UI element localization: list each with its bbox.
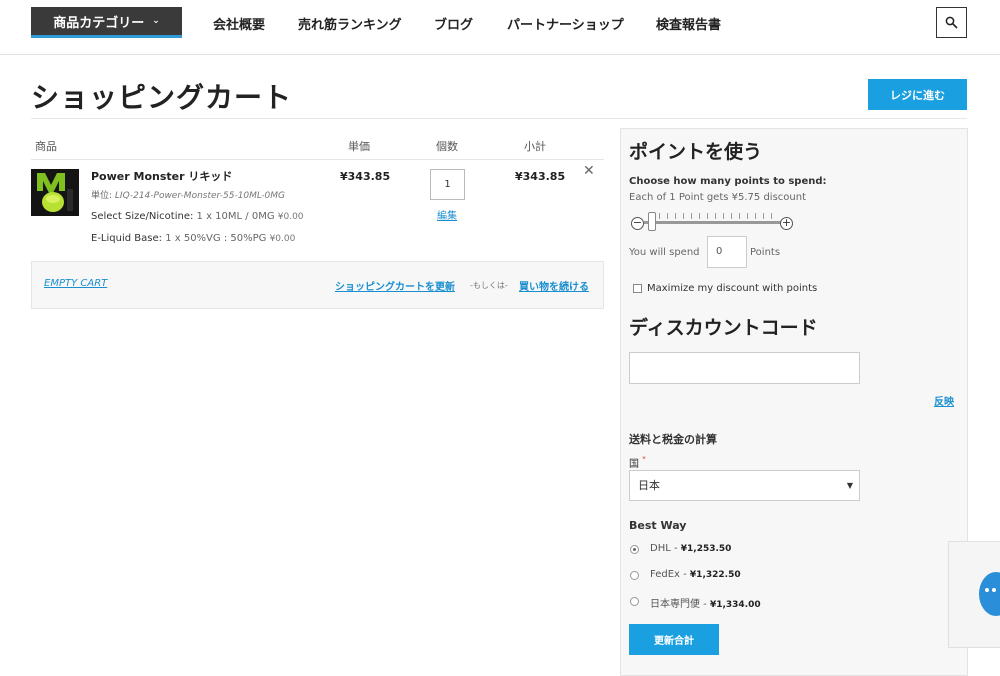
shipping-option-dhl[interactable]: DHL - ¥1,253.50 (650, 543, 731, 554)
discount-title: ディスカウントコード (629, 317, 818, 339)
column-header-unit-price: 単価 (348, 140, 370, 153)
points-rate-text: Each of 1 Point gets ¥5.75 discount (629, 192, 806, 203)
product-option-size: Select Size/Nicotine: 1 x 10ML / 0MG ¥0.… (91, 211, 304, 222)
site-header: 商品カテゴリー ⌄ 会社概要 売れ筋ランキング ブログ パートナーショップ 検査… (0, 0, 1000, 55)
product-sku: 単位: LIQ-214-Power-Monster-55-10ML-0MG (91, 188, 285, 201)
caret-down-icon: ▼ (846, 481, 853, 490)
quantity-input[interactable]: 1 (430, 169, 465, 200)
option-price: ¥0.00 (269, 234, 296, 244)
chevron-down-icon: ⌄ (152, 16, 160, 26)
country-label: 国 * (629, 455, 646, 470)
unit-price: ¥343.85 (340, 170, 391, 183)
maximize-discount-label[interactable]: Maximize my discount with points (647, 283, 817, 294)
shipping-title: 送料と税金の計算 (629, 433, 717, 446)
spend-suffix: Points (750, 247, 781, 258)
points-decrease-button[interactable]: − (631, 217, 644, 230)
shipping-name: FedEx (650, 569, 680, 580)
sku-label: 単位: (91, 191, 113, 201)
product-thumbnail[interactable] (31, 169, 79, 216)
maximize-discount-checkbox[interactable] (633, 284, 642, 293)
chat-widget[interactable] (948, 541, 1000, 648)
nav-item-ranking[interactable]: 売れ筋ランキング (298, 14, 402, 33)
spend-prefix: You will spend (629, 247, 700, 258)
shipping-name: DHL (650, 543, 671, 554)
product-name[interactable]: Power Monster リキッド (91, 168, 232, 184)
sku-value: LIQ-214-Power-Monster-55-10ML-0MG (114, 191, 285, 201)
points-increase-button[interactable]: + (780, 217, 793, 230)
points-slider-handle[interactable] (648, 212, 656, 231)
option-value: 1 x 10ML / 0MG (196, 211, 275, 222)
remove-item-icon[interactable]: ✕ (583, 163, 595, 179)
category-menu-button[interactable]: 商品カテゴリー ⌄ (31, 7, 182, 38)
option-value: 1 x 50%VG : 50%PG (165, 233, 267, 244)
country-selected-value: 日本 (638, 479, 660, 492)
column-header-quantity: 個数 (436, 140, 458, 153)
shipping-name: 日本専門便 (650, 599, 700, 610)
points-slider-ticks (651, 213, 776, 219)
header-divider (31, 159, 604, 160)
chat-icon[interactable] (979, 572, 1000, 616)
nav-item-company[interactable]: 会社概要 (213, 14, 265, 33)
shipping-price: ¥1,322.50 (689, 570, 741, 580)
required-mark: * (642, 455, 646, 463)
points-title: ポイントを使う (629, 141, 763, 163)
shipping-radio-japan[interactable] (630, 597, 639, 606)
shipping-radio-dhl[interactable] (630, 545, 639, 554)
country-select[interactable]: 日本 ▼ (629, 470, 860, 501)
item-subtotal: ¥343.85 (515, 170, 566, 183)
search-icon (945, 16, 958, 29)
update-cart-link[interactable]: ショッピングカートを更新 (335, 278, 455, 293)
shipping-price: ¥1,334.00 (709, 600, 761, 610)
page-title: ショッピングカート (31, 81, 293, 114)
points-choose-label: Choose how many points to spend: (629, 176, 827, 187)
nav-item-partner-shop[interactable]: パートナーショップ (507, 14, 624, 33)
update-total-button[interactable]: 更新合計 (629, 624, 719, 655)
apply-discount-link[interactable]: 反映 (934, 393, 954, 408)
continue-shopping-link[interactable]: 買い物を続ける (519, 278, 589, 293)
search-button[interactable] (936, 7, 967, 38)
points-input[interactable]: 0 (707, 236, 747, 268)
nav-item-inspection-report[interactable]: 検査報告書 (656, 14, 721, 33)
product-image (31, 169, 79, 216)
nav-item-blog[interactable]: ブログ (434, 14, 473, 33)
shipping-method-title: Best Way (629, 519, 687, 532)
or-separator: -もしくは- (470, 281, 508, 290)
option-price: ¥0.00 (277, 212, 304, 222)
shipping-option-fedex[interactable]: FedEx - ¥1,322.50 (650, 569, 741, 580)
category-menu-label: 商品カテゴリー (53, 15, 145, 31)
shipping-radio-fedex[interactable] (630, 571, 639, 580)
edit-item-link[interactable]: 編集 (437, 207, 457, 222)
shipping-price: ¥1,253.50 (680, 544, 732, 554)
cart-actions-bar: EMPTY CART ショッピングカートを更新 -もしくは- 買い物を続ける (31, 261, 604, 309)
option-label: E-Liquid Base: (91, 233, 162, 244)
option-label: Select Size/Nicotine: (91, 211, 194, 222)
checkout-button[interactable]: レジに進む (868, 79, 967, 110)
column-header-product: 商品 (35, 140, 57, 153)
shipping-option-japan[interactable]: 日本専門便 - ¥1,334.00 (650, 595, 761, 610)
points-slider-track[interactable] (644, 221, 781, 224)
column-header-subtotal: 小計 (524, 140, 546, 153)
discount-code-input[interactable] (629, 352, 860, 384)
empty-cart-link[interactable]: EMPTY CART (44, 278, 107, 289)
title-divider (31, 118, 967, 119)
cart-sidebar: ポイントを使う Choose how many points to spend:… (620, 128, 968, 676)
country-label-text: 国 (629, 459, 639, 470)
product-option-base: E-Liquid Base: 1 x 50%VG : 50%PG ¥0.00 (91, 233, 295, 244)
